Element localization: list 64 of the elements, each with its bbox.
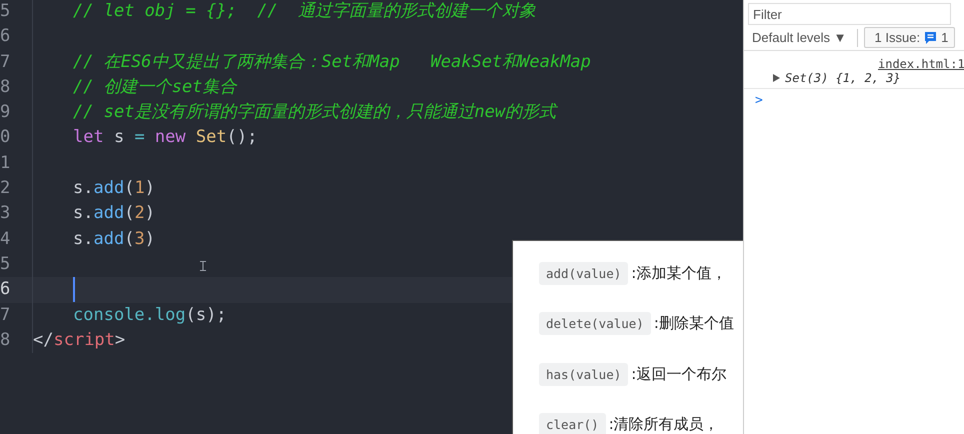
code-token: console.log bbox=[73, 304, 186, 327]
line-number: 7 bbox=[0, 50, 11, 74]
code-token: s bbox=[112, 126, 126, 150]
line-number: 7 bbox=[0, 304, 11, 327]
code-token: // let obj = {}; // 通过字面量的形式创建一个对象 bbox=[73, 0, 536, 23]
method-description: :返回一个布尔 bbox=[631, 364, 726, 384]
issues-button[interactable]: 1 Issue: 1 bbox=[864, 27, 956, 48]
code-token: ) bbox=[144, 228, 155, 251]
code-token: s. bbox=[73, 228, 94, 251]
message-icon bbox=[924, 30, 938, 44]
code-token: </ bbox=[33, 328, 54, 352]
source-link[interactable]: index.html:1 bbox=[878, 57, 964, 71]
code-token: (s); bbox=[186, 304, 227, 327]
line-number: 8 bbox=[0, 328, 11, 352]
code-token: ) bbox=[144, 177, 155, 200]
code-token: 2 bbox=[134, 202, 145, 226]
line-number: 5 bbox=[0, 0, 11, 23]
method-description: :添加某个值， bbox=[631, 264, 726, 283]
code-token: // set是没有所谓的字面量的形式创建的，只能通过new的形式 bbox=[73, 101, 556, 124]
method-code: add(value) bbox=[539, 262, 628, 285]
line-number: 1 bbox=[0, 152, 11, 175]
code-token: // 创建一个set集合 bbox=[73, 76, 236, 99]
method-description: :清除所有成员， bbox=[608, 415, 719, 434]
line-number: 2 bbox=[0, 177, 11, 200]
code-token: add bbox=[93, 228, 124, 251]
line-number: 4 bbox=[0, 228, 11, 251]
code-token: Set bbox=[194, 126, 227, 150]
method-description: :删除某个值 bbox=[654, 314, 734, 334]
line-number: 5 bbox=[0, 252, 11, 276]
code-token: s. bbox=[73, 177, 94, 200]
issues-label: 1 Issue: bbox=[874, 30, 920, 45]
issues-count: 1 bbox=[941, 30, 948, 45]
code-token: add bbox=[93, 177, 124, 200]
code-token: s. bbox=[73, 202, 94, 226]
code-token: ( bbox=[124, 228, 134, 251]
filter-field[interactable]: Filter bbox=[748, 3, 951, 25]
code-token: new bbox=[154, 126, 186, 150]
code-token: let bbox=[73, 126, 104, 150]
code-token: 1 bbox=[134, 177, 145, 200]
text-cursor-icon bbox=[200, 261, 206, 271]
levels-dropdown[interactable]: Default levels ▼ bbox=[748, 30, 851, 45]
code-token: ) bbox=[144, 202, 155, 226]
line-number: 8 bbox=[0, 76, 11, 99]
console-prompt[interactable]: > bbox=[755, 93, 763, 108]
code-token: add bbox=[93, 202, 124, 226]
method-code: clear() bbox=[539, 413, 606, 434]
code-token: // 在ES6中又提出了两种集合：Set和Map WeakSet和WeakMap bbox=[73, 50, 591, 74]
code-token: > bbox=[114, 328, 126, 352]
method-code: delete(value) bbox=[539, 312, 651, 336]
log-message: Set(3) {1, 2, 3} bbox=[785, 71, 901, 85]
code-token: = bbox=[134, 126, 145, 150]
text-cursor bbox=[73, 277, 75, 302]
code-token: ( bbox=[124, 177, 134, 200]
method-code: has(value) bbox=[539, 362, 628, 386]
line-number: 6 bbox=[0, 278, 11, 302]
code-token: ( bbox=[124, 202, 134, 226]
line-number: 6 bbox=[0, 25, 11, 48]
line-number: 9 bbox=[0, 101, 11, 124]
expand-triangle-icon[interactable] bbox=[773, 74, 780, 82]
code-token: (); bbox=[226, 126, 258, 150]
line-number: 3 bbox=[0, 202, 11, 226]
code-token: 3 bbox=[134, 228, 145, 251]
line-number: 0 bbox=[0, 126, 11, 150]
code-token: script bbox=[53, 328, 115, 352]
